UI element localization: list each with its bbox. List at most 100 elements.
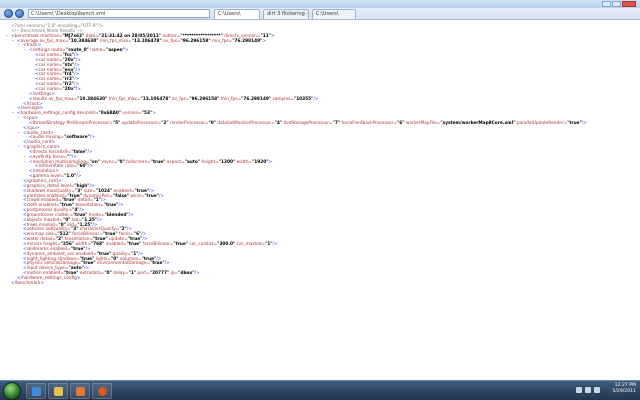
xml-token: "7" [332,120,341,126]
volume-icon[interactable] [585,387,591,393]
xml-token: /> [272,241,278,247]
xml-token: "0x68A0" [98,111,122,117]
back-arrow-icon[interactable] [4,9,13,18]
xml-token: /> [75,86,81,92]
xml-token: > [270,33,275,39]
xml-token: extradata= [78,271,105,277]
xml-token: av_fps_max= [47,96,78,102]
xml-token: min_fps= [210,38,233,44]
xml-token: "1.0" [64,174,77,180]
xml-line: </benchmark> [6,281,640,287]
xml-token: "1" [265,241,273,247]
xml-token: "13.106478" [131,38,162,44]
xml-token: "dbox" [178,271,195,277]
minimize-button[interactable] [602,1,611,7]
forward-arrow-icon[interactable] [15,9,24,18]
xml-token: > [124,48,129,54]
xml-token: vsync= [100,159,118,165]
url-input[interactable]: C:\Users\ \Desktop\bench.xml [28,9,210,18]
xml-token: "1200" [218,159,236,165]
xml-token: "blended" [104,212,129,218]
xml-token: /> [97,217,103,223]
tab-users-folder[interactable]: C:\Users\ [312,9,356,19]
xml-token: "2" [161,120,169,126]
xml-token: "300.0" [217,241,236,247]
xml-token: /> [89,135,95,141]
xml-token: height= [200,159,219,165]
xml-token: /> [581,120,587,126]
xml-token: "10355" [293,96,314,102]
xml-token: "60" [77,164,88,170]
xml-token: forceFeedbackProcessor= [340,120,398,126]
xml-token: parallelUpdateRender= [515,120,568,126]
explorer-taskbar-icon[interactable] [48,383,68,399]
xml-token: "auto" [184,159,201,165]
xml-token: "true" [173,241,188,247]
media-player-taskbar-icon[interactable] [70,383,90,399]
tab-bench-xml[interactable]: C:\Users\ [214,9,260,19]
xml-token: "system/workerMap8Core.xml" [440,120,516,126]
xml-token: /> [76,174,82,180]
ie-taskbar-icon[interactable] [26,383,46,399]
xml-token: av_fps= [170,96,190,102]
xml-token: port= [136,271,150,277]
xml-token: "20x" [62,86,76,92]
xml-token: /> [194,271,200,277]
xml-token: "true" [567,120,582,126]
xml-token: > [152,111,156,117]
xml-token: width= [235,159,253,165]
flag-icon[interactable] [594,387,600,393]
xml-token: forceBilinear= [141,241,174,247]
xml-token: /> [158,193,164,199]
xml-token: "true" [144,193,159,199]
xml-token: /> [128,212,134,218]
xml-token: car_maxlod= [235,241,266,247]
xml-token: "1" [128,271,137,277]
xml-token: "1920" [252,159,269,165]
xml-token: version= [121,111,142,117]
xml-token: "768" [90,241,105,247]
network-icon[interactable] [576,387,582,393]
xml-token: "software" [64,135,90,141]
xml-token: "aspen" [105,48,125,54]
xml-token: "20777" [149,271,170,277]
xml-token: av_fps= [161,38,181,44]
tray-clock[interactable]: 12:27 PM 5/29/2011 [612,383,636,395]
close-button[interactable] [622,1,636,7]
xml-token: > [268,159,273,165]
tab-dirt3-forum[interactable]: dirt 3 flickering - Page 2 [263,9,309,19]
xml-token: environmentalDamage= [95,261,150,267]
xml-token: ip= [169,271,179,277]
xml-token: deviceId= [75,111,99,117]
xml-token: rate= [63,164,78,170]
xml-token: dvdStorageProcessor= [282,120,333,126]
taskbar: 12:27 PM 5/29/2011 [0,380,640,400]
xml-token: aspect= [165,159,185,165]
xml-token: dataSetMonitorProcessor= [215,120,275,126]
xml-token: "true" [149,261,165,267]
xml-token: updateProcessor= [120,120,162,126]
start-button[interactable] [3,382,21,400]
xml-token: "false" [112,193,130,199]
xml-token: > [76,275,81,281]
xml-token: "true" [103,203,119,209]
xml-token: "76.298149" [241,96,272,102]
xml-token: "13.106478" [140,96,171,102]
window-controls [602,1,636,7]
xml-token: "76.298149" [232,38,263,44]
xml-token: renderProcessor= [168,120,209,126]
xml-token: /> [118,203,124,209]
xml-token: /> [164,261,170,267]
xml-token: "6" [397,120,405,126]
xml-token: "0" [117,159,125,165]
maximize-button[interactable] [612,1,621,7]
firefox-taskbar-icon[interactable] [92,383,112,399]
xml-token: /> [87,164,93,170]
xml-token: "96.296158" [189,96,220,102]
xml-token: "10.384630" [68,38,99,44]
address-bar: C:\Users\ \Desktop\bench.xml C:\Users\ d… [0,8,640,20]
xml-token: min_fps_max= [98,38,132,44]
xml-token: min_fps_max= [107,96,141,102]
system-tray-icons [576,387,600,393]
xml-token: min_fps= [219,96,242,102]
